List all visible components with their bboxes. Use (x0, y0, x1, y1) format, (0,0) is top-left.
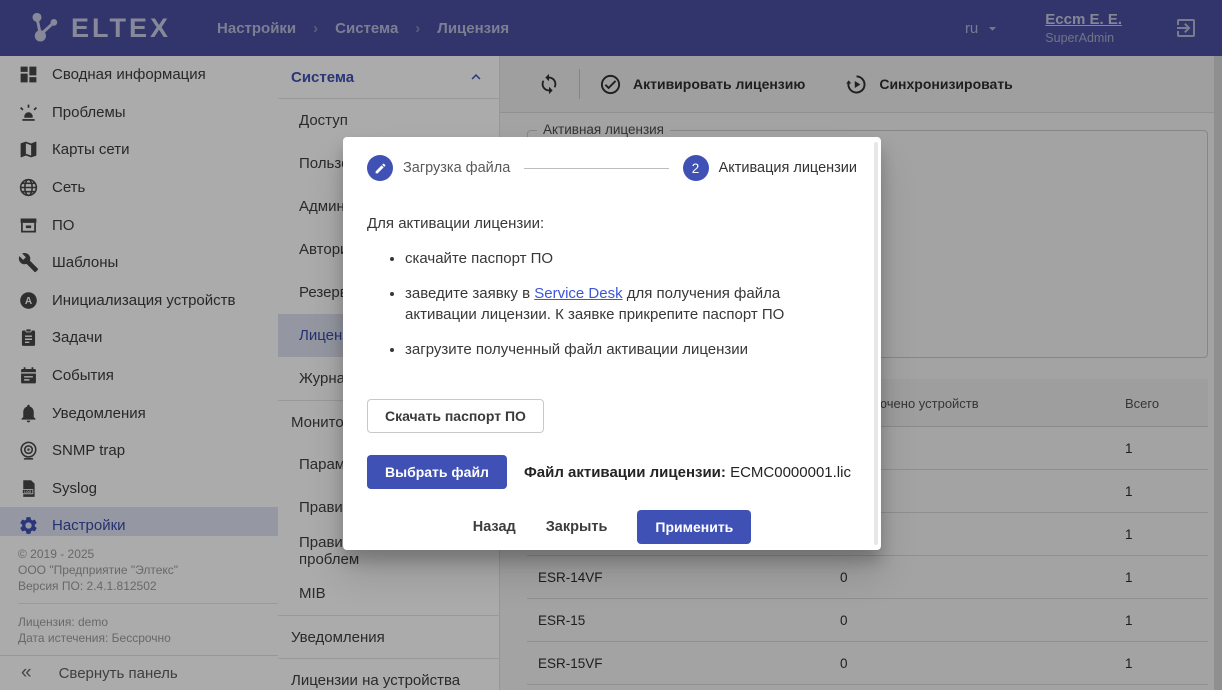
step-label: Загрузка файла (403, 160, 510, 176)
stepper: Загрузка файла 2 Активация лицензии (367, 155, 857, 181)
activation-file-text: Файл активации лицензии: ECMC0000001.lic (524, 464, 851, 481)
file-selection-row: Выбрать файл Файл активации лицензии: EC… (367, 455, 857, 489)
step-activate-license[interactable]: 2 Активация лицензии (683, 155, 857, 181)
activation-steps-list: скачайте паспорт ПО заведите заявку в Se… (367, 248, 857, 360)
list-item-text: заведите заявку в (405, 285, 534, 302)
list-item-text: скачайте паспорт ПО (405, 250, 553, 267)
activation-file-label: Файл активации лицензии: (524, 464, 726, 481)
back-button[interactable]: Назад (473, 519, 516, 535)
pencil-icon (367, 155, 393, 181)
download-passport-button[interactable]: Скачать паспорт ПО (367, 399, 544, 433)
apply-button[interactable]: Применить (637, 510, 751, 544)
step-connector (524, 168, 668, 169)
dialog-actions: Назад Закрыть Применить (367, 510, 857, 544)
step-label: Активация лицензии (719, 160, 857, 176)
close-button[interactable]: Закрыть (546, 519, 608, 535)
activation-instructions-title: Для активации лицензии: (367, 215, 857, 232)
list-item-text: загрузите полученный файл активации лице… (405, 341, 748, 358)
service-desk-link[interactable]: Service Desk (534, 285, 622, 302)
modal-scrollbar[interactable] (874, 142, 878, 545)
step-upload-file[interactable]: Загрузка файла (367, 155, 510, 181)
step-number: 2 (683, 155, 709, 181)
license-activation-dialog: Загрузка файла 2 Активация лицензии Для … (343, 137, 881, 550)
list-item: заведите заявку в Service Desk для получ… (405, 283, 857, 325)
list-item: загрузите полученный файл активации лице… (405, 339, 857, 360)
activation-file-name: ECMC0000001.lic (726, 464, 851, 481)
choose-file-button[interactable]: Выбрать файл (367, 455, 507, 489)
list-item: скачайте паспорт ПО (405, 248, 857, 269)
app-root: ELTEX Настройки › Система › Лицензия ru … (0, 0, 1222, 690)
